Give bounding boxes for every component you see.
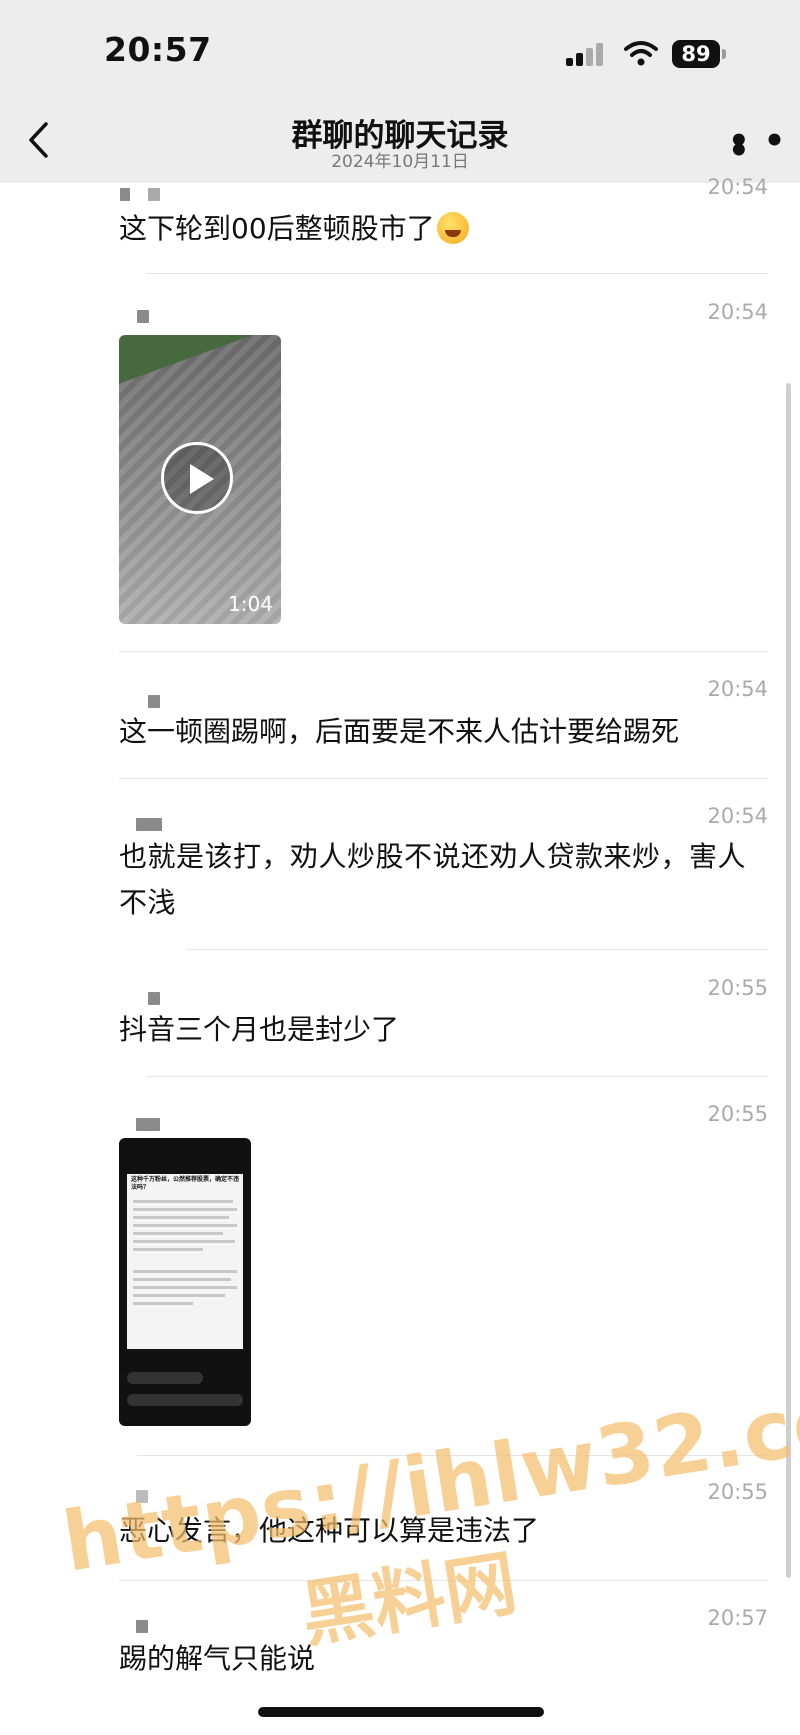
- sender-name-redacted: [136, 1620, 148, 1633]
- sender-name-redacted: [148, 188, 160, 201]
- divider: [119, 778, 768, 779]
- divider: [146, 273, 768, 274]
- text-line: [133, 1278, 231, 1281]
- home-indicator[interactable]: [258, 1707, 544, 1717]
- video-duration: 1:04: [228, 592, 273, 616]
- top-bar: 20:57 89 群聊的聊天记录 2024年10月11日 • • •: [0, 0, 800, 183]
- wifi-icon: [624, 41, 658, 66]
- text-line: [133, 1294, 225, 1297]
- text-line: [133, 1224, 237, 1227]
- message-text: 这一顿圈踢啊，后面要是不来人估计要给踢死: [119, 715, 680, 748]
- text-line: [133, 1232, 223, 1235]
- input-bar: [127, 1372, 203, 1384]
- battery-tip: [722, 49, 726, 59]
- divider: [186, 949, 768, 950]
- message-time: 20:54: [707, 804, 768, 828]
- message-text: 这下轮到00后整顿股市了: [119, 206, 769, 252]
- play-icon[interactable]: [161, 442, 233, 514]
- ellipsis-icon[interactable]: • • •: [728, 124, 800, 168]
- chat-date: 2024年10月11日: [331, 152, 469, 172]
- sender-name-redacted: [148, 992, 160, 1005]
- message-time: 20:54: [707, 677, 768, 701]
- sender-name-redacted: [148, 695, 160, 708]
- avatar: [120, 188, 130, 201]
- sender-name-redacted: [137, 310, 149, 323]
- message-text: 抖音三个月也是封少了: [119, 1013, 400, 1046]
- status-time: 20:57: [104, 30, 212, 69]
- sender-name-redacted: [136, 818, 162, 831]
- signal-icon: [566, 42, 610, 66]
- message-body: 这下轮到00后整顿股市了: [119, 212, 435, 245]
- text-line: [133, 1200, 233, 1203]
- message-time: 20:55: [707, 976, 768, 1000]
- text-line: [133, 1248, 203, 1251]
- message-time: 20:54: [707, 300, 768, 324]
- sender-name-redacted: [136, 1118, 160, 1131]
- input-bar: [127, 1394, 243, 1406]
- screenshot-caption: 这种千万粉丝，公然推荐股票，确定不违法吗？: [131, 1176, 240, 1191]
- message-time: 20:54: [707, 175, 768, 199]
- text-line: [133, 1270, 237, 1273]
- message-text: 也就是该打，劝人炒股不说还劝人贷款来炒，害人不浅: [119, 840, 747, 919]
- text-line: [133, 1286, 237, 1289]
- message-time: 20:55: [707, 1102, 768, 1126]
- screenshot-content: 这种千万粉丝，公然推荐股票，确定不违法吗？: [127, 1174, 243, 1349]
- laughing-crying-emoji-icon: [436, 212, 469, 244]
- divider: [146, 1076, 768, 1077]
- text-line: [133, 1216, 229, 1219]
- image-message[interactable]: 这种千万粉丝，公然推荐股票，确定不违法吗？: [119, 1138, 251, 1426]
- message-text: 踢的解气只能说: [119, 1642, 316, 1675]
- text-line: [133, 1302, 193, 1305]
- battery-icon: 89: [672, 40, 720, 68]
- message-time: 20:57: [707, 1606, 768, 1630]
- divider: [119, 651, 768, 652]
- text-line: [133, 1208, 237, 1211]
- video-message[interactable]: 1:04: [119, 335, 281, 624]
- text-line: [133, 1240, 235, 1243]
